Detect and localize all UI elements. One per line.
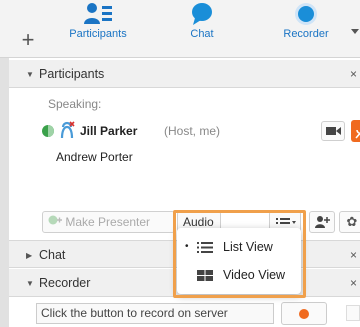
make-presenter-button[interactable]: Make Presenter bbox=[42, 211, 175, 233]
add-participant-button[interactable] bbox=[309, 211, 335, 233]
toolbar-recorder-label: Recorder bbox=[283, 28, 329, 40]
menu-item-list-view[interactable]: • List View bbox=[177, 234, 301, 260]
muted-microphone-icon bbox=[355, 129, 360, 139]
host-crown-icon bbox=[60, 121, 75, 139]
presenter-icon bbox=[48, 212, 62, 232]
participant-name: Andrew Porter bbox=[56, 150, 133, 164]
add-button[interactable]: + bbox=[18, 29, 38, 51]
record-icon bbox=[299, 309, 309, 319]
participants-icon bbox=[84, 3, 112, 24]
recorder-row: Click the button to record on server bbox=[9, 298, 360, 327]
video-view-label: Video View bbox=[223, 268, 286, 282]
connection-status-icon bbox=[42, 125, 54, 137]
list-view-icon bbox=[197, 242, 213, 253]
record-status-field: Click the button to record on server bbox=[36, 303, 274, 324]
chat-section-title: Chat bbox=[39, 248, 66, 262]
toolbar-participants-button[interactable]: Participants bbox=[63, 2, 133, 56]
participant-row[interactable]: Jill Parker (Host, me) bbox=[9, 118, 360, 144]
expand-arrow-icon: ▶ bbox=[26, 251, 33, 260]
camera-icon bbox=[326, 127, 341, 135]
chevron-down-icon[interactable] bbox=[350, 26, 360, 36]
top-toolbar: + Participants Chat Recorder bbox=[0, 0, 360, 58]
camera-button[interactable] bbox=[321, 121, 345, 141]
mute-microphone-button[interactable] bbox=[351, 120, 360, 142]
toolbar-chat-button[interactable]: Chat bbox=[167, 2, 237, 56]
make-presenter-label: Make Presenter bbox=[65, 215, 151, 229]
toolbar-participants-label: Participants bbox=[69, 28, 127, 40]
recorder-options-button[interactable] bbox=[346, 305, 360, 321]
toolbar-chat-label: Chat bbox=[190, 28, 214, 40]
video-view-icon bbox=[197, 270, 213, 281]
add-user-icon bbox=[315, 216, 330, 228]
chat-bubble-icon bbox=[192, 3, 212, 25]
selected-marker: • bbox=[185, 241, 189, 252]
participants-section-header[interactable]: ▼ Participants × bbox=[9, 60, 360, 88]
recorder-icon bbox=[295, 3, 317, 25]
menu-item-video-view[interactable]: Video View bbox=[177, 262, 301, 288]
gear-icon: ✿ bbox=[346, 214, 358, 229]
record-button[interactable] bbox=[281, 302, 327, 325]
recorder-section-title: Recorder bbox=[39, 276, 91, 290]
toolbar-recorder-button[interactable]: Recorder bbox=[271, 2, 341, 56]
collapse-arrow-icon: ▼ bbox=[26, 70, 34, 79]
close-icon[interactable]: × bbox=[350, 60, 360, 88]
collapse-arrow-icon: ▼ bbox=[26, 279, 34, 288]
view-mode-menu: • List View Video View bbox=[177, 228, 301, 294]
list-view-label: List View bbox=[223, 240, 273, 254]
meeting-panel: + Participants Chat Recorder ▼ Participa… bbox=[0, 0, 360, 327]
close-icon[interactable]: × bbox=[350, 241, 360, 269]
close-icon[interactable]: × bbox=[350, 269, 360, 297]
participant-role: (Host, me) bbox=[164, 124, 221, 138]
speaking-label: Speaking: bbox=[48, 97, 102, 111]
participant-name: Jill Parker bbox=[80, 124, 138, 138]
participant-row[interactable]: Andrew Porter bbox=[9, 144, 360, 170]
settings-button[interactable]: ✿ bbox=[339, 211, 360, 233]
participants-section-title: Participants bbox=[39, 67, 105, 81]
